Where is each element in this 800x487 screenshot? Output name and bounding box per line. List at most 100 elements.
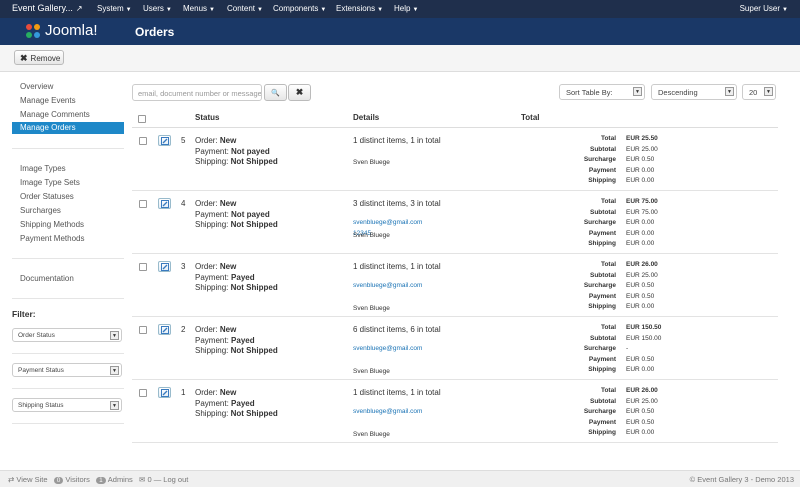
total-label: Total — [600, 198, 616, 205]
menu-system[interactable]: System ▼ — [97, 4, 132, 13]
shipping-status-filter[interactable]: Shipping Status ▼ — [12, 398, 122, 412]
customer-email-link[interactable]: svenbluege@gmail.com — [353, 219, 422, 226]
select-all-checkbox[interactable] — [138, 115, 146, 123]
customer-email-link[interactable]: svenbluege@gmail.com — [353, 282, 422, 289]
table-row: 4 Order: New Payment: Not payed Shipping… — [132, 191, 778, 254]
column-total[interactable]: Total — [521, 113, 540, 122]
filter-value: Order Status — [18, 332, 55, 339]
sort-direction-select[interactable]: Descending ▼ — [651, 84, 737, 100]
customer-email-link[interactable]: svenbluege@gmail.com — [353, 408, 422, 415]
sidebar-item-manage-comments[interactable]: Manage Comments — [12, 109, 124, 121]
sidebar-item-overview[interactable]: Overview — [12, 81, 124, 93]
row-checkbox[interactable] — [139, 137, 147, 145]
shipping-status: Not Shipped — [230, 409, 278, 418]
clear-search-button[interactable]: ✖ — [288, 84, 311, 101]
order-details: 3 distinct items, 3 in total svenbluege@… — [353, 199, 441, 239]
sidebar-item-manage-events[interactable]: Manage Events — [12, 95, 124, 107]
caret-down-icon: ▼ — [782, 7, 788, 13]
total-label: Shipping — [588, 366, 616, 373]
copyright: © Event Gallery 3 - Demo 2013 — [689, 475, 794, 484]
sidebar-item-surcharges[interactable]: Surcharges — [12, 205, 124, 217]
table-header: Status Details Total — [132, 110, 778, 128]
view-site-link[interactable]: ⇄ View Site — [8, 475, 48, 484]
sidebar-item-image-types[interactable]: Image Types — [12, 163, 124, 175]
sidebar-item-payment-methods[interactable]: Payment Methods — [12, 233, 124, 245]
menu-content[interactable]: Content ▼ — [227, 4, 263, 13]
caret-down-icon: ▼ — [257, 7, 263, 13]
joomla-logo[interactable]: Joomla! — [25, 22, 98, 39]
menu-users[interactable]: Users ▼ — [143, 4, 172, 13]
shipping-label: Shipping: — [195, 220, 229, 229]
menu-components[interactable]: Components ▼ — [273, 4, 326, 13]
menu-help[interactable]: Help ▼ — [394, 4, 418, 13]
edit-order-button[interactable] — [158, 324, 171, 335]
edit-order-button[interactable] — [158, 261, 171, 272]
shipping-label: Shipping: — [195, 346, 229, 355]
row-checkbox[interactable] — [139, 263, 147, 271]
total-label: Shipping — [588, 429, 616, 436]
remove-button[interactable]: ✖ Remove — [14, 50, 64, 65]
logout-link[interactable]: — Log out — [154, 475, 189, 484]
row-checkbox[interactable] — [139, 389, 147, 397]
logo-text: Joomla! — [45, 22, 98, 39]
total-value: EUR 25.00 — [626, 145, 658, 153]
total-label: Total — [600, 261, 616, 268]
footer: ⇄ View Site 0 Visitors 1 Admins ✉ 0 — Log … — [0, 470, 800, 487]
edit-order-button[interactable] — [158, 387, 171, 398]
order-status-filter[interactable]: Order Status ▼ — [12, 328, 122, 342]
total-label: Surcharge — [583, 219, 616, 226]
sidebar-item-order-statuses[interactable]: Order Statuses — [12, 191, 124, 203]
sidebar-item-documentation[interactable]: Documentation — [12, 273, 124, 285]
chevron-down-icon: ▼ — [764, 87, 773, 96]
search-input[interactable]: email, document number or message — [132, 84, 262, 101]
sidebar-item-image-type-sets[interactable]: Image Type Sets — [12, 177, 124, 189]
payment-status-filter[interactable]: Payment Status ▼ — [12, 363, 122, 377]
total-value: EUR 0.00 — [626, 429, 655, 436]
order-label: Order: — [195, 199, 218, 208]
menu-label: Extensions — [336, 4, 376, 13]
chevron-down-icon: ▼ — [633, 87, 642, 96]
menu-menus[interactable]: Menus ▼ — [183, 4, 215, 13]
column-status[interactable]: Status — [195, 113, 219, 122]
total-value: EUR 0.00 — [626, 177, 655, 184]
total-label: Surcharge — [583, 282, 616, 289]
order-number: 3 — [181, 262, 186, 271]
total-value: EUR 0.00 — [626, 303, 655, 310]
edit-icon — [161, 263, 169, 271]
payment-label: Payment: — [195, 272, 229, 282]
top-navbar: Event Gallery... ↗ System ▼ Users ▼ Menus ▼ … — [0, 0, 800, 18]
search-button[interactable]: 🔍 — [264, 84, 287, 101]
logout-label: Log out — [163, 475, 189, 484]
payment-status: Not payed — [231, 209, 270, 219]
menu-label: Content — [227, 4, 256, 13]
user-menu[interactable]: Super User ▼ — [740, 4, 788, 13]
order-number: 2 — [181, 325, 186, 334]
total-value: EUR 25.00 — [626, 271, 658, 279]
shipping-status: Not Shipped — [230, 346, 278, 355]
site-brand-link[interactable]: Event Gallery... ↗ — [12, 3, 83, 13]
sidebar-item-shipping-methods[interactable]: Shipping Methods — [12, 219, 124, 231]
payment-label: Payment: — [195, 209, 229, 219]
total-value: EUR 25.50 — [626, 135, 658, 142]
caret-down-icon: ▼ — [165, 7, 172, 13]
edit-order-button[interactable] — [158, 135, 171, 146]
order-label: Order: — [195, 136, 218, 145]
list-limit-select[interactable]: 20 ▼ — [742, 84, 776, 100]
order-status-block: Order: New Payment: Payed Shipping: Not … — [195, 262, 278, 294]
row-checkbox[interactable] — [139, 200, 147, 208]
sort-by-select[interactable]: Sort Table By: ▼ — [559, 84, 645, 100]
total-label: Payment — [588, 229, 616, 237]
edit-icon — [161, 389, 169, 397]
row-checkbox[interactable] — [139, 326, 147, 334]
select-value: 20 — [749, 88, 758, 97]
order-status-block: Order: New Payment: Payed Shipping: Not … — [195, 325, 278, 357]
total-value: EUR 0.00 — [626, 240, 655, 247]
visitors-count-badge: 0 — [53, 477, 64, 484]
edit-order-button[interactable] — [158, 198, 171, 209]
menu-extensions[interactable]: Extensions ▼ — [336, 4, 383, 13]
search-icon: 🔍 — [271, 90, 280, 97]
customer-email-link[interactable]: svenbluege@gmail.com — [353, 345, 422, 352]
filter-value: Payment Status — [18, 367, 64, 374]
sidebar-item-manage-orders[interactable]: Manage Orders — [12, 122, 124, 134]
column-details[interactable]: Details — [353, 113, 379, 122]
